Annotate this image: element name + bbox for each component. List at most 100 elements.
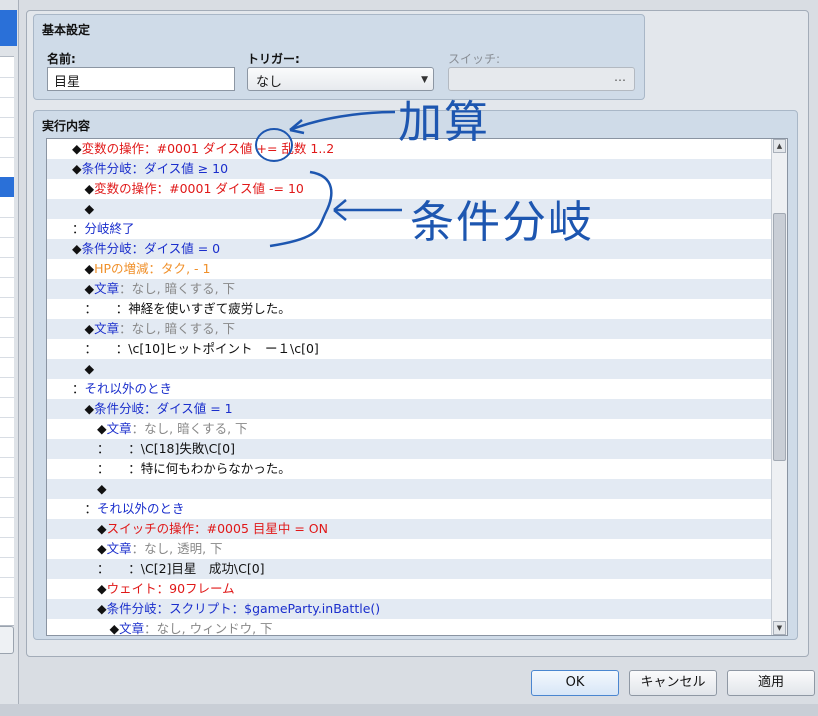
left-panel-header <box>0 10 17 46</box>
trigger-value: なし <box>256 75 283 90</box>
command-row[interactable]: ◆ <box>47 479 771 499</box>
command-row[interactable]: ： ：\C[18]失敗\C[0] <box>47 439 771 459</box>
command-row[interactable]: ◆条件分岐：ダイス値 = 0 <box>47 239 771 259</box>
vertical-scrollbar[interactable]: ▲ ▼ <box>771 139 787 635</box>
command-text: ： ： <box>47 341 129 356</box>
command-text: 変数の操作：#0001 ダイス値 -= 10 <box>94 181 304 196</box>
command-text: \c[10]ヒットポイント ー１\c[0] <box>128 341 319 356</box>
command-text: 条件分岐：スクリプト：$gameParty.inBattle() <box>106 601 381 616</box>
command-text: ◆ <box>47 421 107 436</box>
command-row[interactable]: ◆文章：なし, ウィンドウ, 下 <box>47 619 771 636</box>
command-text: ： <box>47 501 98 516</box>
command-text: ◆ <box>47 361 95 376</box>
command-text: ： ： <box>47 461 141 476</box>
command-row[interactable]: ◆文章：なし, 暗くする, 下 <box>47 279 771 299</box>
command-text: ：なし, ウィンドウ, 下 <box>144 621 273 636</box>
annotation-text-branch: 条件分岐 <box>410 197 594 248</box>
trigger-label: トリガー: <box>247 52 300 66</box>
command-row[interactable]: ◆ウェイト：90フレーム <box>47 579 771 599</box>
command-text: 変数の操作：#0001 ダイス値 += 乱数 1..2 <box>81 141 335 156</box>
command-text: ：なし, 暗くする, 下 <box>131 421 248 436</box>
command-text: 分岐終了 <box>84 221 135 236</box>
command-text: スイッチの操作：#0005 目星中 = ON <box>106 521 328 536</box>
command-text: ◆ <box>47 281 95 296</box>
command-text: ◆ <box>47 141 82 156</box>
command-row[interactable]: ◆文章：なし, 透明, 下 <box>47 539 771 559</box>
name-input[interactable]: 目星 <box>47 67 235 91</box>
command-text: ：なし, 透明, 下 <box>131 541 223 556</box>
command-text: 条件分岐：ダイス値 = 0 <box>81 241 221 256</box>
command-row[interactable]: ：それ以外のとき <box>47 499 771 519</box>
command-text: ： ： <box>47 561 141 576</box>
command-row[interactable]: ： ：\C[2]目星 成功\C[0] <box>47 559 771 579</box>
command-text: ：なし, 暗くする, 下 <box>119 321 236 336</box>
command-row[interactable]: ：分岐終了 <box>47 219 771 239</box>
annotation-text-addition: 加算 <box>398 97 490 148</box>
name-label: 名前: <box>47 52 76 66</box>
command-text: \C[2]目星 成功\C[0] <box>140 561 265 576</box>
command-text: ◆ <box>47 181 95 196</box>
command-row[interactable]: ： ：特に何もわからなかった。 <box>47 459 771 479</box>
command-row[interactable]: ◆スイッチの操作：#0005 目星中 = ON <box>47 519 771 539</box>
command-text: ◆ <box>47 321 95 336</box>
execution-contents-title: 実行内容 <box>42 119 91 133</box>
command-text: ◆ <box>47 541 107 556</box>
command-rows: ◆変数の操作：#0001 ダイス値 += 乱数 1..2 ◆条件分岐：ダイス値 … <box>47 139 771 636</box>
command-text: ： ： <box>47 301 129 316</box>
command-row[interactable]: ◆条件分岐：ダイス値 = 1 <box>47 399 771 419</box>
apply-button[interactable]: 適用 <box>727 670 815 696</box>
command-text: ◆ <box>47 401 95 416</box>
command-text: 文章 <box>94 281 120 296</box>
command-row[interactable]: ◆ <box>47 199 771 219</box>
scrollbar-thumb[interactable] <box>773 213 786 461</box>
command-text: ◆ <box>47 521 107 536</box>
left-event-list[interactable] <box>0 56 14 626</box>
left-selected-item[interactable] <box>0 177 14 197</box>
command-row[interactable]: ◆文章：なし, 暗くする, 下 <box>47 319 771 339</box>
command-row[interactable]: ： ：神経を使いすぎて疲労した。 <box>47 299 771 319</box>
command-text: それ以外のとき <box>84 381 173 396</box>
command-text: 文章 <box>94 321 120 336</box>
command-text: 条件分岐：ダイス値 = 1 <box>94 401 233 416</box>
cancel-button[interactable]: キャンセル <box>629 670 717 696</box>
left-panel-button[interactable] <box>0 626 14 654</box>
command-text: それ以外のとき <box>97 501 185 516</box>
command-text: ◆ <box>47 201 95 216</box>
command-text: ： ： <box>47 441 141 456</box>
command-text: ウェイト：90フレーム <box>106 581 235 596</box>
ok-button[interactable]: OK <box>531 670 619 696</box>
command-text: ◆ <box>47 481 107 496</box>
ellipsis-icon: … <box>614 70 627 84</box>
command-text: HPの増減：タク, - 1 <box>94 261 211 276</box>
command-text: 文章 <box>106 421 132 436</box>
command-row[interactable]: ◆HPの増減：タク, - 1 <box>47 259 771 279</box>
scroll-down-arrow-icon[interactable]: ▼ <box>773 621 786 635</box>
left-panel <box>0 0 19 716</box>
command-row[interactable]: ◆変数の操作：#0001 ダイス値 -= 10 <box>47 179 771 199</box>
command-row[interactable]: ◆条件分岐：ダイス値 ≥ 10 <box>47 159 771 179</box>
switch-label: スイッチ: <box>448 52 501 66</box>
basic-settings-title: 基本設定 <box>42 23 91 37</box>
command-row[interactable]: ：それ以外のとき <box>47 379 771 399</box>
command-text: ◆ <box>47 581 107 596</box>
command-text: 文章 <box>119 621 145 636</box>
command-row[interactable]: ◆ <box>47 359 771 379</box>
chevron-down-icon: ▼ <box>421 75 428 85</box>
command-text: 文章 <box>106 541 132 556</box>
window-bottom-edge <box>0 704 818 716</box>
scroll-up-arrow-icon[interactable]: ▲ <box>773 139 786 153</box>
command-row[interactable]: ： ：\c[10]ヒットポイント ー１\c[0] <box>47 339 771 359</box>
command-text: ：なし, 暗くする, 下 <box>119 281 236 296</box>
command-text: 神経を使いすぎて疲労した。 <box>128 301 291 316</box>
command-text: 条件分岐：ダイス値 ≥ 10 <box>81 161 229 176</box>
command-text: ◆ <box>47 621 120 636</box>
command-text: \C[18]失敗\C[0] <box>140 441 236 456</box>
command-text: ： <box>47 381 85 396</box>
command-row[interactable]: ◆文章：なし, 暗くする, 下 <box>47 419 771 439</box>
command-text: 特に何もわからなかった。 <box>140 461 291 476</box>
command-text: ◆ <box>47 601 107 616</box>
name-value: 目星 <box>54 75 81 90</box>
command-text: ◆ <box>47 161 82 176</box>
command-row[interactable]: ◆条件分岐：スクリプト：$gameParty.inBattle() <box>47 599 771 619</box>
command-text: ： <box>47 221 85 236</box>
